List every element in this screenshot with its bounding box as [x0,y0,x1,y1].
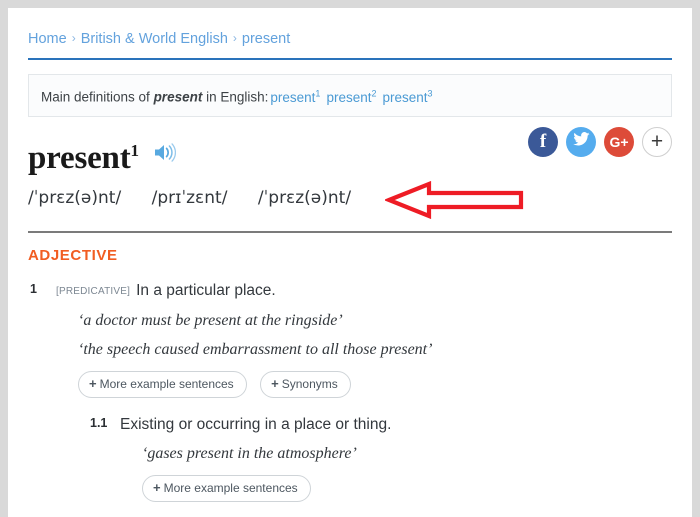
more-share-options-button[interactable]: + [642,126,672,157]
social-share-buttons: f G+ + [528,126,672,157]
example-sentence: ‘gases present in the atmosphere’ [142,444,357,462]
grammar-label: [PREDICATIVE] [56,285,131,297]
example-sentence: ‘the speech caused embarrassment to all … [78,340,433,358]
example-sentence: ‘a doctor must be present at the ringsid… [78,311,343,329]
pronunciation-2: /prɪˈzɛnt/ [151,187,228,208]
red-arrow-annotation-icon [383,180,525,224]
main-definition-link-present-3[interactable]: present3 [382,88,433,105]
main-definition-link-present-2[interactable]: present2 [326,88,377,105]
sense-1: 1 [PREDICATIVE] In a particular place. ‘a… [28,281,672,502]
link-superscript: 2 [371,88,377,98]
main-definitions-middle: in English: [202,89,269,105]
breadcrumb-item-present[interactable]: present [242,31,290,47]
pronunciation-3: /ˈprɛz(ə)nt/ [257,187,352,208]
link-superscript: 3 [427,88,433,98]
main-definition-link-present-1[interactable]: present1 [270,88,321,105]
google-plus-icon: G+ [609,133,629,150]
subsense-1-1-buttons: + More example sentences [142,474,672,502]
subsense-definition-text: Existing or occurring in a place or thin… [120,415,392,433]
headword-superscript: 1 [130,140,139,160]
more-example-sentences-button[interactable]: + More example sentences [78,370,247,398]
facebook-icon: f [539,130,547,152]
plus-icon: + [650,130,664,153]
breadcrumb-item-british-world-english[interactable]: British & World English [81,31,228,47]
pronunciation-row: /ˈprɛz(ə)nt/ /prɪˈzɛnt/ /ˈprɛz(ə)nt/ [28,180,672,219]
breadcrumb-separator: › [71,31,76,45]
link-superscript: 1 [315,88,321,98]
breadcrumb-item-home[interactable]: Home [28,31,67,47]
speaker-icon[interactable] [154,143,177,167]
plus-icon: + [153,479,161,495]
pronunciation-1: /ˈprɛz(ə)nt/ [28,187,122,208]
sense-number: 1 [30,281,37,296]
facebook-share-button[interactable]: f [528,126,558,157]
breadcrumb-divider [28,58,672,60]
main-definitions-prefix: Main definitions of [41,89,154,105]
definition-text: In a particular place. [136,281,276,299]
page-title: present1 [28,131,139,178]
breadcrumb-separator: › [232,31,237,45]
subsense-1-1: 1.1 Existing or occurring in a place or … [90,415,672,502]
link-word: present [270,89,316,105]
button-label: More example sentences [99,376,234,391]
part-of-speech-label: ADJECTIVE [28,246,118,264]
sense-definition-line: [PREDICATIVE] In a particular place. [56,281,672,302]
page-card: Home › British & World English › present Mai… [8,8,692,517]
headword-row: present1 f G+ + [28,126,672,178]
plus-icon: + [89,375,97,391]
link-word: present [382,89,428,105]
page-content: Home › British & World English › present Mai… [8,8,692,517]
button-label: Synonyms [281,376,338,391]
breadcrumb: Home › British & World English › present [28,8,672,49]
button-label: More example sentences [163,480,298,495]
main-definitions-headword: present [153,89,203,105]
sense-1-buttons: + More example sentences + Synonyms [78,370,672,398]
main-definitions-bar: Main definitions of present in English: p… [28,74,672,117]
link-word: present [326,89,372,105]
part-of-speech-divider [28,230,672,233]
twitter-share-button[interactable] [566,126,596,157]
subsense-number: 1.1 [90,415,108,430]
plus-icon: + [271,375,279,391]
twitter-icon [572,132,590,151]
headword-text: present [28,139,131,176]
google-plus-share-button[interactable]: G+ [604,126,634,157]
synonyms-button[interactable]: + Synonyms [260,370,351,398]
more-example-sentences-button[interactable]: + More example sentences [142,474,311,502]
